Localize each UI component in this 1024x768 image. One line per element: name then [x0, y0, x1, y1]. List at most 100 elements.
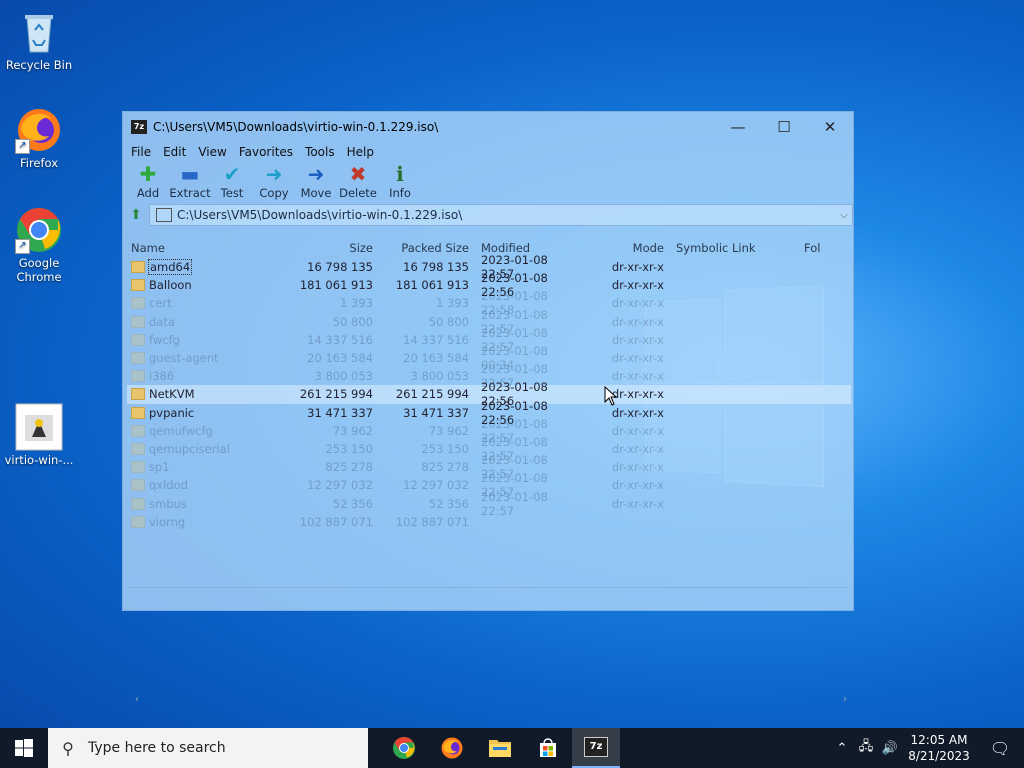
cell-mode: dr-xr-xr-x [611, 369, 664, 384]
taskbar-store[interactable] [524, 728, 572, 768]
volume-icon[interactable]: 🔊 [878, 741, 902, 756]
menu-bar: File Edit View Favorites Tools Help [123, 142, 853, 162]
file-list[interactable]: Name Size Packed Size Modified Mode Symb… [127, 238, 851, 705]
taskbar-chrome[interactable] [380, 728, 428, 768]
add-label: Add [136, 186, 160, 200]
desktop-icon-firefox[interactable]: ↗ Firefox [2, 106, 76, 170]
desktop-icon-virtio-iso[interactable]: virtio-win-... [2, 403, 76, 467]
cell-mode: dr-xr-xr-x [611, 423, 664, 438]
address-text[interactable]: C:\Users\VM5\Downloads\virtio-win-0.1.22… [177, 208, 836, 222]
desktop-icon-label: Firefox [19, 156, 59, 170]
desktop-icon-recycle-bin[interactable]: Recycle Bin [2, 8, 76, 72]
file-name: i386 [149, 369, 175, 384]
cell-packed-size: 3 800 053 [410, 369, 469, 384]
address-row: ⬆ C:\Users\VM5\Downloads\virtio-win-0.1.… [123, 204, 853, 226]
network-icon[interactable]: 🖧 [854, 737, 878, 759]
extract-label: Extract [169, 186, 211, 200]
file-name: viorng [149, 514, 186, 529]
col-header-folder[interactable]: Fol [804, 241, 834, 255]
cell-size: 3 800 053 [314, 369, 373, 384]
taskbar-file-explorer[interactable] [476, 728, 524, 768]
menu-file[interactable]: File [125, 145, 157, 159]
shortcut-arrow-icon: ↗ [15, 239, 30, 254]
7zip-window[interactable]: 7z C:\Users\VM5\Downloads\virtio-win-0.1… [122, 111, 854, 705]
cell-size: 52 356 [332, 496, 373, 511]
cell-name: smbus [127, 497, 277, 511]
col-header-name[interactable]: Name [127, 241, 277, 255]
col-header-mode[interactable]: Mode [584, 241, 664, 255]
info-button[interactable]: ℹ Info [379, 162, 421, 200]
col-header-packed[interactable]: Packed Size [373, 241, 469, 255]
folder-icon [131, 406, 145, 419]
minimize-button[interactable]: — [715, 112, 761, 142]
taskbar-search-box[interactable]: ⚲ Type here to search [48, 728, 368, 768]
folder-icon [131, 424, 145, 437]
menu-favorites[interactable]: Favorites [233, 145, 299, 159]
copy-button[interactable]: ➜ Copy [253, 162, 295, 200]
clock[interactable]: 12:05 AM 8/21/2023 [902, 732, 976, 764]
file-name: cert [149, 296, 172, 311]
title-bar[interactable]: 7z C:\Users\VM5\Downloads\virtio-win-0.1… [123, 112, 853, 142]
folder-icon [131, 315, 145, 328]
menu-tools[interactable]: Tools [299, 145, 341, 159]
chevron-down-icon[interactable]: ⌵ [836, 210, 852, 221]
file-name: data [149, 314, 175, 329]
windows-start-icon [15, 739, 33, 757]
chevron-up-icon[interactable]: ⌃ [830, 741, 854, 756]
file-name: smbus [149, 496, 187, 511]
cell-packed-size: 52 356 [428, 496, 469, 511]
taskbar-firefox[interactable] [428, 728, 476, 768]
menu-view[interactable]: View [192, 145, 232, 159]
clock-date: 8/21/2023 [908, 749, 970, 763]
cell-name: qxldod [127, 478, 277, 492]
cell-size: 261 215 994 [299, 387, 373, 402]
clock-time: 12:05 AM [910, 733, 968, 747]
close-button[interactable]: ✕ [807, 112, 853, 142]
start-button[interactable] [0, 728, 48, 768]
folder-icon [489, 740, 511, 757]
cell-mode: dr-xr-xr-x [611, 460, 664, 475]
up-folder-button[interactable]: ⬆ [123, 207, 149, 223]
cell-name: viorng [127, 515, 277, 529]
cell-packed-size: 50 800 [428, 314, 469, 329]
folder-icon [131, 333, 145, 346]
horizontal-scrollbar[interactable]: ‹ › [135, 694, 847, 708]
recycle-bin-icon [15, 8, 63, 56]
cell-mode: dr-xr-xr-x [611, 314, 664, 329]
desktop-icon-chrome[interactable]: ↗ Google Chrome [2, 206, 76, 284]
cell-size: 73 962 [332, 423, 373, 438]
cell-mode: dr-xr-xr-x [611, 387, 664, 402]
cell-packed-size: 16 798 135 [403, 260, 469, 275]
table-row[interactable]: smbus 52 356 52 356 2023-01-08 22:57 dr-xr-x… [127, 490, 851, 518]
cell-packed-size: 102 887 071 [395, 514, 469, 529]
extract-button[interactable]: ▬ Extract [169, 162, 211, 200]
system-tray: ⌃ 🖧 🔊 12:05 AM 8/21/2023 🗨 [830, 728, 1024, 768]
cell-name: qemufwcfg [127, 424, 277, 438]
move-button[interactable]: ➜ Move [295, 162, 337, 200]
cell-size: 1 393 [340, 296, 373, 311]
cell-size: 102 887 071 [299, 514, 373, 529]
delete-button[interactable]: ✖ Delete [337, 162, 379, 200]
cell-size: 12 297 032 [307, 478, 373, 493]
taskbar-7zip[interactable]: 7z [572, 728, 620, 768]
file-name: pvpanic [149, 405, 195, 420]
add-button[interactable]: ✚ Add [127, 162, 169, 200]
firefox-icon: ↗ [15, 106, 63, 154]
maximize-button[interactable]: ☐ [761, 112, 807, 142]
cell-packed-size: 14 337 516 [403, 332, 469, 347]
file-name: fwcfg [149, 332, 180, 347]
cell-name: pvpanic [127, 406, 277, 420]
address-bar[interactable]: C:\Users\VM5\Downloads\virtio-win-0.1.22… [149, 204, 853, 226]
menu-help[interactable]: Help [341, 145, 380, 159]
notification-icon[interactable]: 🗨 [976, 739, 1024, 758]
test-button[interactable]: ✔ Test [211, 162, 253, 200]
cell-packed-size: 73 962 [428, 423, 469, 438]
col-header-symlink[interactable]: Symbolic Link [664, 241, 804, 255]
col-header-size[interactable]: Size [277, 241, 373, 255]
move-label: Move [300, 186, 332, 200]
folder-icon [131, 388, 145, 401]
folder-icon [131, 370, 145, 383]
copy-icon: ➜ [265, 162, 283, 186]
menu-edit[interactable]: Edit [157, 145, 192, 159]
cell-name: qemupciserial [127, 442, 277, 456]
